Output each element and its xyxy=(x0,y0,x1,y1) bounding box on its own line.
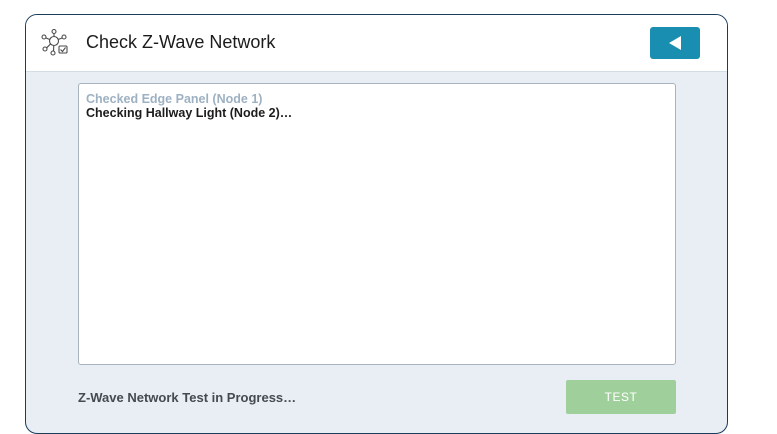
back-arrow-icon xyxy=(667,35,683,51)
back-button[interactable] xyxy=(650,27,700,59)
check-network-panel: Check Z-Wave Network Checked Edge Panel … xyxy=(25,14,728,434)
panel-header: Check Z-Wave Network xyxy=(26,15,727,72)
page-title: Check Z-Wave Network xyxy=(86,32,275,53)
test-button[interactable]: TEST xyxy=(566,380,676,414)
network-log: Checked Edge Panel (Node 1) Checking Hal… xyxy=(78,83,676,365)
network-check-icon xyxy=(40,28,70,58)
log-line-in-progress: Checking Hallway Light (Node 2)… xyxy=(86,106,668,120)
test-status-text: Z-Wave Network Test in Progress… xyxy=(78,390,296,405)
log-line-completed: Checked Edge Panel (Node 1) xyxy=(86,92,668,106)
